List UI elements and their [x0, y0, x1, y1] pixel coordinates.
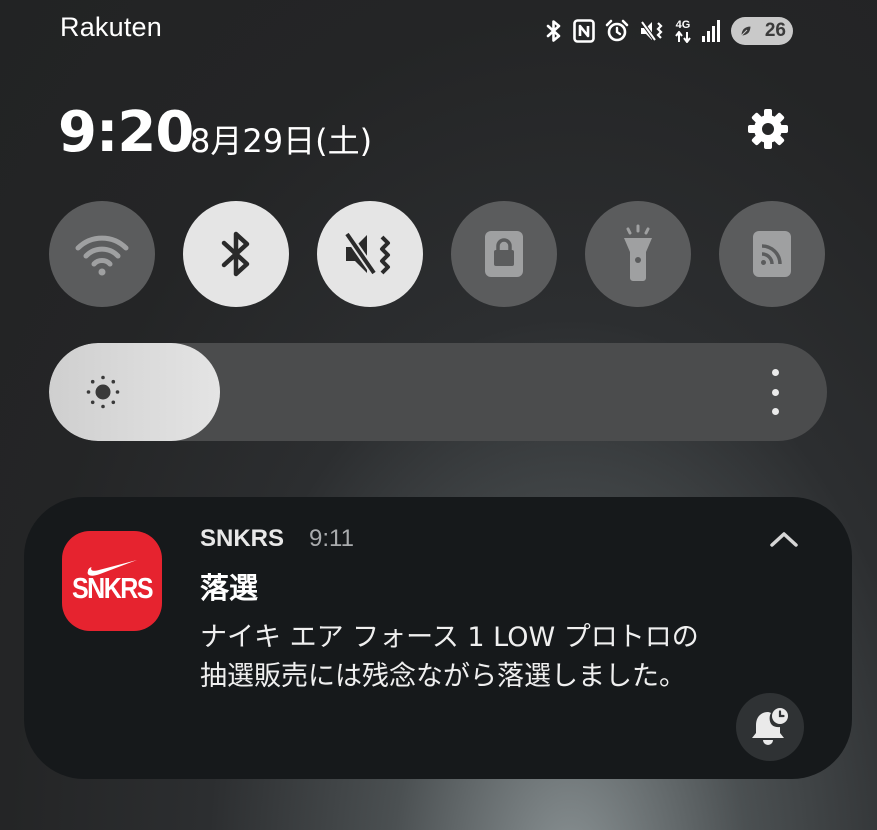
notification-time: 9:11: [309, 525, 354, 552]
signal-icon: [701, 19, 721, 43]
gear-icon: [748, 109, 788, 149]
snooze-button[interactable]: [736, 693, 804, 761]
tile-flashlight[interactable]: [585, 201, 691, 307]
notification-app-name: SNKRS: [200, 525, 285, 552]
battery-level: 26: [764, 20, 786, 41]
notification-body-line2: 抽選販売には残念ながら落選しました。: [200, 661, 686, 692]
status-icons: 4G 26: [545, 14, 793, 48]
menu-dot: [771, 408, 779, 415]
bluetooth-icon: [221, 231, 250, 277]
tile-wifi[interactable]: [49, 201, 155, 307]
alarm-icon: [605, 19, 629, 43]
network-type-label: 4G: [675, 18, 691, 31]
nfc-icon: [573, 19, 595, 43]
vibrate-icon: [639, 19, 665, 43]
brightness-level-fill[interactable]: [49, 343, 220, 441]
carrier-name: Rakuten: [60, 12, 162, 42]
notification-title: 落選: [200, 571, 259, 605]
notification-body-line1: ナイキ エア フォース 1 LOW プロトロの: [200, 622, 699, 653]
tile-vibrate[interactable]: [317, 201, 423, 307]
tile-bluetooth[interactable]: [183, 201, 289, 307]
menu-dot: [771, 369, 779, 376]
battery-icon: 26: [731, 17, 793, 45]
settings-button[interactable]: [744, 105, 792, 153]
sun-icon: [86, 375, 120, 409]
snkrs-app-icon: SNKRS: [62, 531, 162, 631]
menu-dot: [771, 388, 779, 396]
lock-icon: [485, 231, 523, 277]
vibrate-icon: [343, 231, 390, 276]
flashlight-icon: [624, 224, 652, 281]
snooze-bell-icon: [752, 708, 788, 745]
date: 8月29日(土): [190, 122, 373, 160]
clock: 9:20: [58, 100, 194, 165]
tile-cast[interactable]: [719, 201, 825, 307]
bluetooth-icon: [545, 19, 563, 43]
cast-icon: [753, 231, 791, 277]
collapse-button[interactable]: [766, 524, 802, 554]
wifi-icon: [75, 235, 129, 276]
tile-screen-lock[interactable]: [451, 201, 557, 307]
chevron-up-icon: [770, 532, 798, 547]
app-icon-wordmark: SNKRS: [71, 572, 154, 606]
more-vertical-icon[interactable]: [765, 369, 785, 415]
4g-icon: 4G: [675, 18, 691, 43]
brightness-slider[interactable]: [49, 343, 827, 441]
